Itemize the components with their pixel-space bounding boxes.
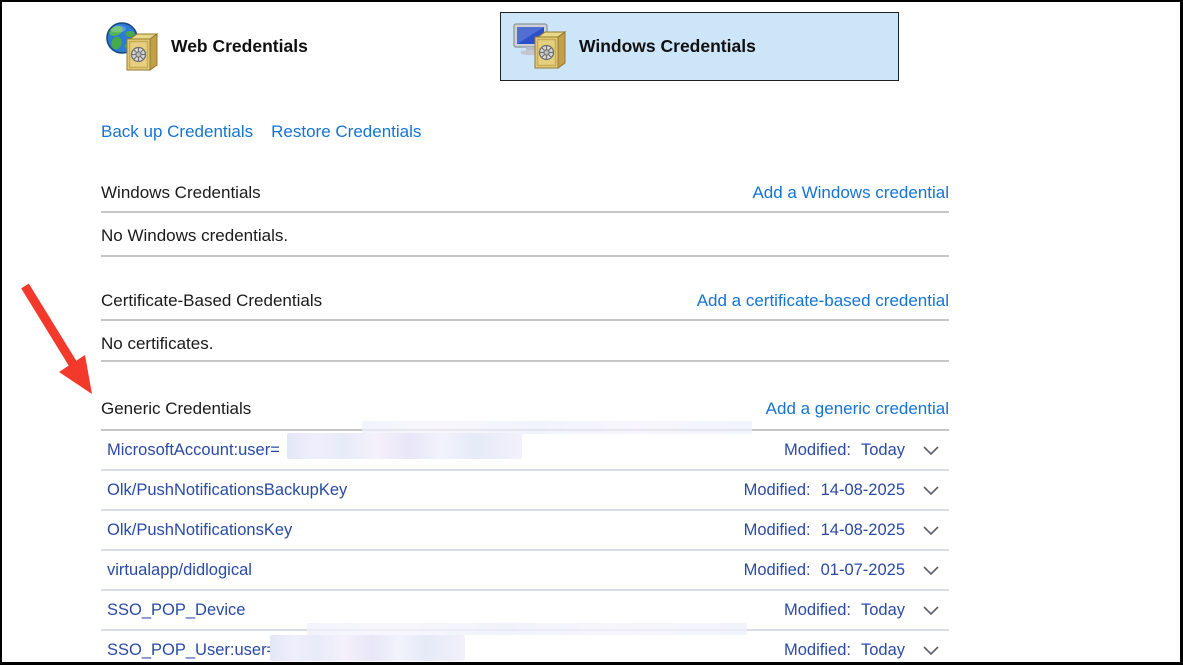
credential-name: SSO_POP_Device: [107, 600, 246, 619]
divider: [101, 255, 949, 257]
credential-row-olk-key[interactable]: Olk/PushNotificationsKey Modified: 14-08…: [101, 511, 949, 551]
modified-info: Modified: 01-07-2025: [743, 560, 905, 579]
add-certificate-credential-link[interactable]: Add a certificate-based credential: [697, 291, 949, 311]
certificate-credentials-title: Certificate-Based Credentials: [101, 291, 323, 310]
credential-manager-panel: Web Credentials Windows Credentials Back…: [0, 0, 1183, 665]
tab-windows-credentials[interactable]: Windows Credentials: [500, 12, 899, 81]
safe-icon: [126, 32, 159, 71]
chevron-down-icon[interactable]: [919, 518, 943, 542]
redacted-blur: [287, 433, 522, 459]
divider: [101, 211, 949, 213]
windows-credentials-icon: [513, 19, 569, 75]
chevron-down-icon[interactable]: [919, 598, 943, 622]
credential-name: MicrosoftAccount:user=: [107, 440, 280, 459]
generic-credentials-section-header: Generic Credentials Add a generic creden…: [101, 399, 949, 419]
web-credentials-icon: [105, 19, 161, 75]
chevron-down-icon[interactable]: [919, 638, 943, 662]
add-windows-credential-link[interactable]: Add a Windows credential: [752, 183, 949, 203]
certificate-credentials-section-header: Certificate-Based Credentials Add a cert…: [101, 291, 949, 311]
credential-row-microsoftaccount[interactable]: MicrosoftAccount:user= Modified: Today: [101, 431, 949, 471]
credential-row-olk-backupkey[interactable]: Olk/PushNotificationsBackupKey Modified:…: [101, 471, 949, 511]
modified-info: Modified: Today: [784, 440, 905, 459]
modified-info: Modified: Today: [784, 600, 905, 619]
safe-icon: [534, 30, 567, 69]
certificate-credentials-empty: No certificates.: [101, 334, 214, 353]
redacted-blur: [270, 635, 465, 661]
credential-name: virtualapp/didlogical: [107, 560, 252, 579]
credential-name: Olk/PushNotificationsBackupKey: [107, 480, 348, 499]
add-generic-credential-link[interactable]: Add a generic credential: [766, 399, 949, 419]
credential-row-sso-pop-user[interactable]: SSO_POP_User:user= Modified: Today: [101, 631, 949, 662]
generic-credentials-title: Generic Credentials: [101, 399, 252, 418]
tab-windows-credentials-label: Windows Credentials: [579, 36, 756, 56]
redacted-blur: [307, 623, 747, 635]
modified-info: Modified: Today: [784, 640, 905, 659]
chevron-down-icon[interactable]: [919, 438, 943, 462]
modified-info: Modified: 14-08-2025: [743, 520, 905, 539]
windows-credentials-section-header: Windows Credentials Add a Windows creden…: [101, 183, 949, 203]
credential-row-virtualapp[interactable]: virtualapp/didlogical Modified: 01-07-20…: [101, 551, 949, 591]
divider: [101, 319, 949, 321]
chevron-down-icon[interactable]: [919, 558, 943, 582]
chevron-down-icon[interactable]: [919, 478, 943, 502]
credential-name: SSO_POP_User:user=: [107, 640, 277, 659]
divider: [101, 360, 949, 362]
windows-credentials-title: Windows Credentials: [101, 183, 261, 202]
credential-actions: Back up Credentials Restore Credentials: [101, 122, 421, 142]
backup-credentials-link[interactable]: Back up Credentials: [101, 122, 253, 142]
modified-info: Modified: 14-08-2025: [743, 480, 905, 499]
credential-name: Olk/PushNotificationsKey: [107, 520, 293, 539]
windows-credentials-empty: No Windows credentials.: [101, 226, 289, 245]
tab-web-credentials[interactable]: Web Credentials: [101, 12, 471, 81]
restore-credentials-link[interactable]: Restore Credentials: [271, 122, 421, 142]
tab-web-credentials-label: Web Credentials: [171, 36, 308, 56]
red-arrow-annotation: [21, 283, 92, 394]
